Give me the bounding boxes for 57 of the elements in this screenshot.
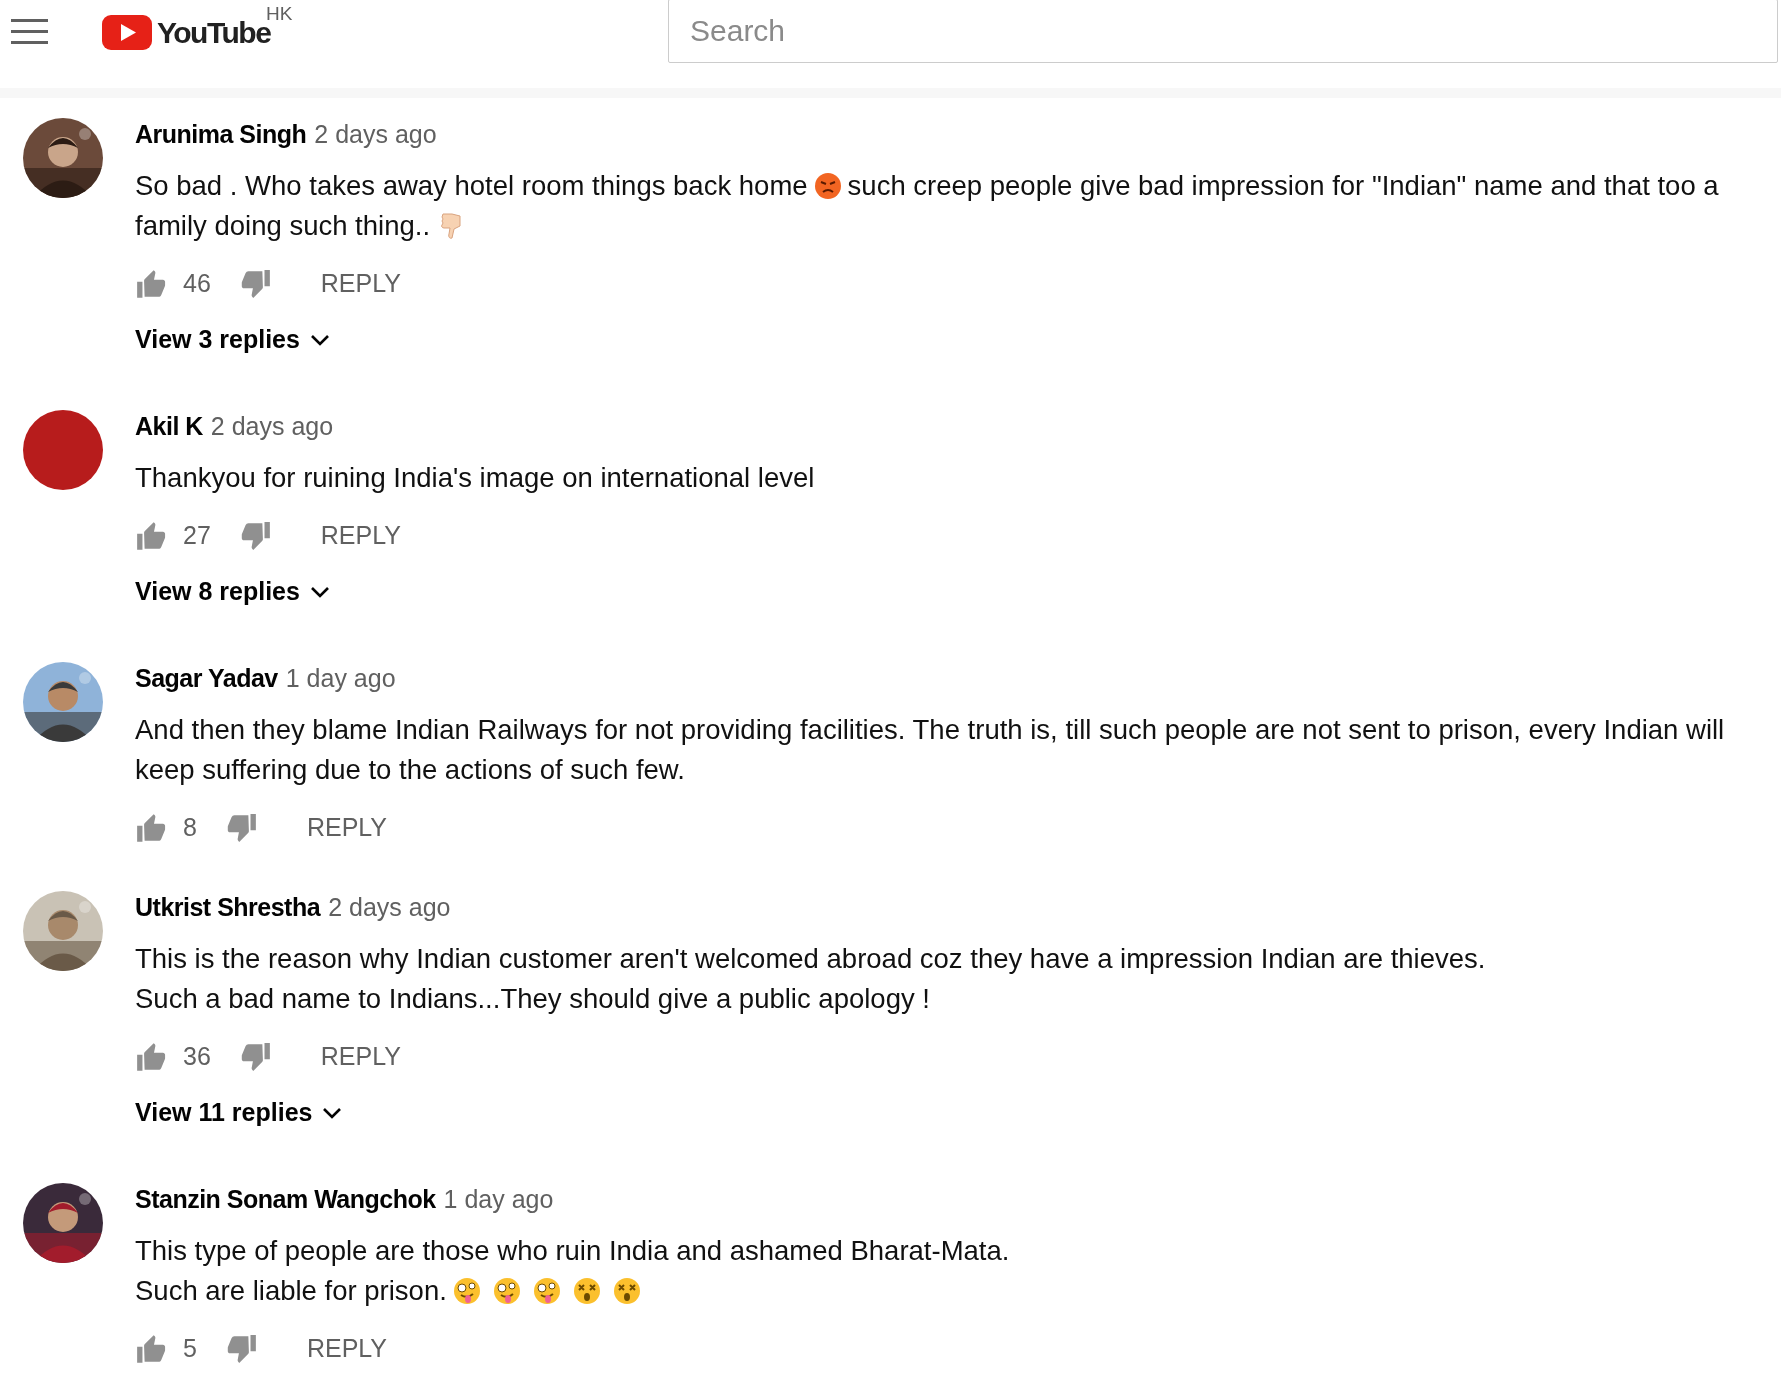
menu-icon[interactable] [11, 19, 48, 45]
reply-button[interactable]: REPLY [300, 809, 394, 847]
search-field[interactable]: Search [668, 0, 1778, 63]
zany-face-icon [492, 1277, 521, 1305]
comment-time: 2 days ago [314, 119, 437, 151]
thumbs-up-icon[interactable] [135, 269, 167, 299]
like-count: 5 [183, 1333, 197, 1365]
comment-text: This is the reason why Indian customer aren't welcomed abroad coz they have a impression Indian are thieves. [135, 942, 1486, 976]
country-code: HK [266, 1, 293, 24]
comment-time: 2 days ago [328, 892, 451, 924]
author-name[interactable]: Sagar Yadav [135, 660, 278, 698]
reply-button[interactable]: REPLY [314, 265, 407, 303]
thumbs-up-icon[interactable] [135, 521, 167, 551]
chevron-down-icon [322, 1106, 343, 1120]
thumbs-down-icon[interactable] [240, 1042, 273, 1072]
author-name[interactable]: Arunima Singh [135, 116, 307, 154]
author-name[interactable]: Akil K [135, 408, 203, 446]
chevron-down-icon [309, 333, 330, 347]
zany-face-icon [532, 1277, 561, 1305]
thumbs-down-icon[interactable] [226, 813, 259, 843]
comment-text: Such are liable for prison. [135, 1274, 447, 1308]
reply-button[interactable]: REPLY [314, 517, 407, 555]
dizzy-face-icon [612, 1277, 641, 1305]
avatar[interactable] [23, 410, 103, 490]
comment-text: family doing such thing.. [135, 209, 431, 243]
thumbs-up-icon[interactable] [135, 813, 167, 843]
thumbs-up-icon[interactable] [135, 1334, 167, 1364]
view-replies-button[interactable]: View 11 replies [135, 1093, 343, 1133]
thumbs-up-icon[interactable] [135, 1042, 167, 1072]
view-replies-button[interactable]: View 3 replies [135, 320, 330, 360]
comment-text: So bad . Who takes away hotel room things back home [135, 169, 808, 203]
like-count: 46 [183, 268, 211, 300]
reply-button[interactable]: REPLY [314, 1038, 407, 1076]
comment-time: 2 days ago [210, 411, 334, 443]
comment-text: such creep people give bad impression for "Indian" name and that too a [847, 169, 1719, 203]
dizzy-face-icon [572, 1277, 601, 1305]
thumbs-down-icon[interactable] [226, 1334, 259, 1364]
play-logo-icon [102, 14, 152, 50]
thumbs-down-icon[interactable] [240, 269, 273, 299]
angry-face-icon [813, 172, 842, 200]
author-name[interactable]: Stanzin Sonam Wangchok [135, 1181, 436, 1219]
like-count: 27 [183, 520, 211, 552]
comment-time: 1 day ago [285, 663, 396, 695]
reply-button[interactable]: REPLY [300, 1330, 394, 1368]
comment-text: Such a bad name to Indians...They should give a public apology ! [135, 982, 930, 1016]
comment-text: Thankyou for ruining India's image on international level [135, 461, 815, 495]
comment-time: 1 day ago [443, 1184, 554, 1216]
author-name[interactable]: Utkrist Shrestha [135, 889, 321, 927]
thumbs-down-icon[interactable] [240, 521, 273, 551]
chevron-down-icon [309, 585, 330, 599]
comment-text: This type of people are those who ruin India and ashamed Bharat-Mata. [135, 1234, 1010, 1268]
comment-text: And then they blame Indian Railways for not providing facilities. The truth is, till such people are not sent to prison, every Indian will [135, 713, 1725, 747]
like-count: 8 [183, 812, 197, 844]
comment-text: keep suffering due to the actions of such few. [135, 753, 685, 787]
zany-face-icon [452, 1277, 481, 1305]
view-replies-button[interactable]: View 8 replies [135, 572, 330, 612]
like-count: 36 [183, 1041, 211, 1073]
